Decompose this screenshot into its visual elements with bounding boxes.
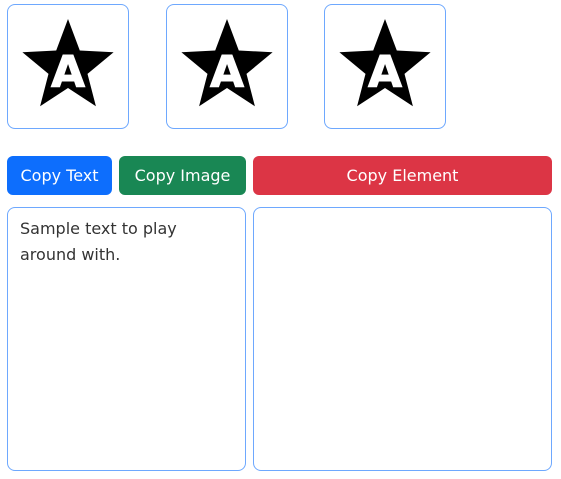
- star-letter: A: [210, 47, 244, 98]
- copy-text-button[interactable]: Copy Text: [7, 156, 112, 195]
- star-image-card-2[interactable]: A: [166, 4, 288, 129]
- star-letter-a-icon: A: [22, 18, 114, 106]
- paste-target-area[interactable]: [253, 207, 552, 471]
- star-letter-a-icon: A: [181, 18, 273, 106]
- star-image-card-3[interactable]: A: [324, 4, 446, 129]
- copy-image-button[interactable]: Copy Image: [119, 156, 246, 195]
- star-letter: A: [368, 47, 402, 98]
- sample-text-area[interactable]: Sample text to play around with.: [7, 207, 246, 471]
- copy-element-button[interactable]: Copy Element: [253, 156, 552, 195]
- star-letter: A: [51, 47, 85, 98]
- star-letter-a-icon: A: [339, 18, 431, 106]
- star-image-card-1[interactable]: A: [7, 4, 129, 129]
